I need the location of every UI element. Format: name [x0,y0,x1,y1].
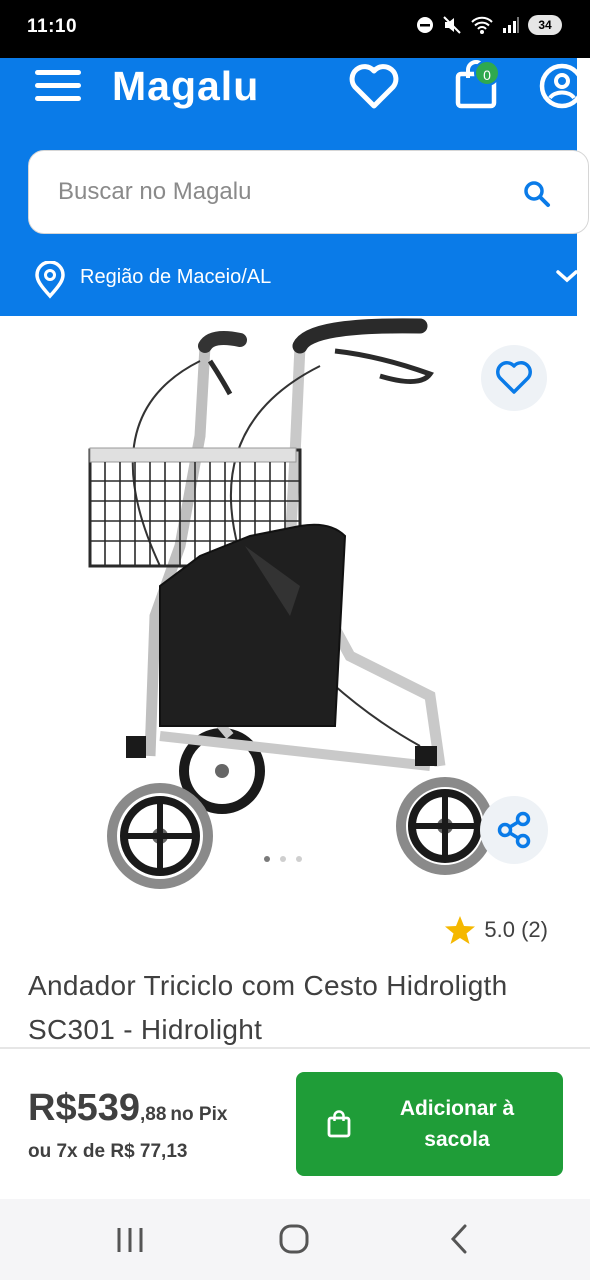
app-header: Magalu 0 Buscar no Magalu Região de Mace… [0,58,589,316]
user-account-icon[interactable] [538,62,578,112]
system-nav-bar [0,1199,590,1280]
magalu-logo[interactable]: Magalu [112,58,259,114]
search-input[interactable]: Buscar no Magalu [28,150,589,234]
product-rating[interactable]: 5.0 (2) [444,915,548,945]
home-icon[interactable] [279,1224,309,1254]
wifi-icon [471,16,493,34]
heart-outline-icon [496,361,532,394]
carousel-dot[interactable] [296,856,302,862]
mute-icon [443,16,461,34]
status-time: 11:10 [27,16,78,37]
installments-text: ou 7x de R$ 77,13 [28,1141,188,1162]
add-to-bag-button[interactable]: Adicionar à sacola [296,1072,563,1176]
star-icon [445,916,476,944]
product-image-carousel[interactable] [0,316,590,906]
product-title: Andador Triciclo com Cesto Hidroligth SC… [28,970,508,1045]
rating-value: 5.0 (2) [484,917,548,942]
dnd-icon [417,17,433,33]
search-icon[interactable] [522,179,552,209]
pix-price: R$539,88 no Pix [28,1087,227,1130]
status-bar: 11:10 34 [0,0,590,58]
share-button[interactable] [480,796,548,864]
shopping-bag-icon [327,1110,351,1138]
add-to-bag-label: Adicionar à sacola [399,1097,515,1151]
price-cents: ,88 [139,1104,167,1125]
signal-icon [503,17,519,33]
price-suffix: no Pix [170,1104,228,1125]
status-icons: 34 [416,15,562,35]
battery-indicator: 34 [528,15,562,35]
price-integer: R$539 [28,1087,140,1129]
chevron-down-icon[interactable] [556,267,577,285]
location-pin-icon [35,261,65,299]
carousel-indicator [264,856,302,862]
back-icon[interactable] [449,1224,469,1254]
menu-icon[interactable] [35,70,81,106]
favorite-button[interactable] [481,345,547,411]
price-bar: R$539,88 no Pix ou 7x de R$ 77,13 Adicion… [0,1049,590,1199]
heart-icon[interactable] [348,62,400,110]
recent-apps-icon[interactable] [115,1226,145,1254]
region-selector[interactable]: Região de Maceio/AL [80,266,271,289]
search-placeholder: Buscar no Magalu [58,178,252,205]
carousel-dot[interactable] [280,856,286,862]
carousel-dot[interactable] [264,856,270,862]
cart-count-badge: 0 [474,60,500,86]
share-icon [497,811,531,849]
